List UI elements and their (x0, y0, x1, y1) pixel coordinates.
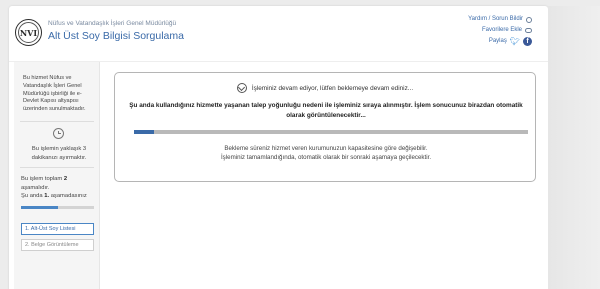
steps-current-prefix: Şu anda (21, 193, 43, 199)
help-link[interactable]: Yardım / Sorun Bildir (468, 14, 523, 25)
step-1-button[interactable]: 1. Alt-Üst Soy Listesi (21, 223, 94, 235)
queue-progress-bar (134, 130, 528, 134)
footer-line-2: İşleminiz tamamlandığında, otomatik olar… (220, 153, 432, 161)
notice-footer: Bekleme süreniz hizmet veren kurumunuzun… (129, 145, 523, 163)
steps-total-suffix: aşamalıdır. (21, 184, 50, 191)
page-margin (548, 6, 600, 289)
step-progress-bar (21, 206, 94, 209)
header-links: Yardım / Sorun Bildir Favorilere Ekle Pa… (468, 14, 532, 47)
queue-progress-fill (134, 130, 154, 134)
sidebar-divider (20, 167, 94, 168)
nvi-logo[interactable]: NVI (15, 19, 42, 46)
sidebar-divider (20, 121, 94, 122)
step-2-button[interactable]: 2. Belge Görüntüleme (21, 239, 94, 251)
status-text: İşleminiz devam ediyor, lütfen beklemeye… (251, 84, 414, 92)
page-title: Alt Üst Soy Bilgisi Sorgulama (48, 30, 184, 42)
waiting-icon (236, 83, 247, 93)
queue-notice: İşleminiz devam ediyor, lütfen beklemeye… (114, 72, 536, 182)
step-info: Bu işlem toplam 2 aşamalıdır. Şu anda 1.… (21, 175, 95, 201)
logo-text: NVI (18, 22, 39, 43)
steps-total-value: 2 (63, 176, 68, 182)
share-label: Paylaş (488, 38, 507, 44)
status-row: İşleminiz devam ediyor, lütfen beklemeye… (115, 83, 535, 93)
steps-total-prefix: Bu işlem toplam (21, 176, 63, 182)
queue-message: Şu anda kullandığınız hizmette yaşanan t… (129, 102, 523, 119)
facebook-icon[interactable]: f (523, 37, 532, 46)
favorites-icon[interactable] (525, 28, 532, 33)
help-icon[interactable] (526, 16, 532, 23)
footer-line-1: Bekleme süreniz hizmet veren kurumunuzun… (224, 145, 428, 152)
step-progress-fill (21, 206, 58, 209)
duration-text: Bu işlemin yaklaşık 3 dakikanızı ayırmak… (31, 146, 87, 161)
steps-current-suffix: aşamadasınız (50, 193, 87, 199)
service-info-text: Bu hizmet Nüfus ve Vatandaşlık İşleri Ge… (23, 75, 86, 113)
add-favorites-link[interactable]: Favorilere Ekle (482, 25, 522, 36)
organization-name: Nüfus ve Vatandaşlık İşleri Genel Müdürl… (48, 20, 177, 27)
clock-icon (53, 128, 64, 139)
twitter-icon[interactable]: 🐦︎ (510, 36, 520, 47)
steps-current-value: 1. (44, 193, 50, 199)
